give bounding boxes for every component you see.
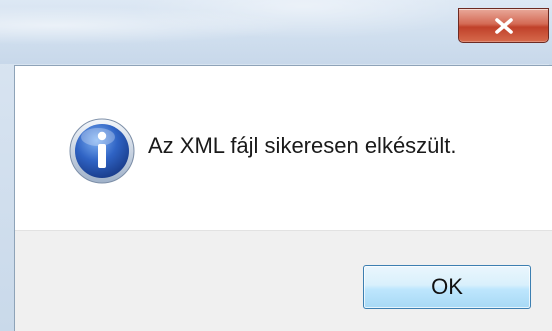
title-bar[interactable] xyxy=(0,0,552,64)
ok-button[interactable]: OK xyxy=(363,265,531,309)
button-bar: OK xyxy=(15,230,552,331)
message-dialog-window: Az XML fájl sikeresen elkészült. OK xyxy=(0,0,552,331)
message-area: Az XML fájl sikeresen elkészült. xyxy=(15,66,552,230)
close-icon xyxy=(494,17,513,34)
dialog-client-area: Az XML fájl sikeresen elkészült. OK xyxy=(14,65,552,331)
close-button[interactable] xyxy=(458,8,549,43)
message-text: Az XML fájl sikeresen elkészült. xyxy=(148,133,457,158)
information-icon xyxy=(69,118,135,184)
